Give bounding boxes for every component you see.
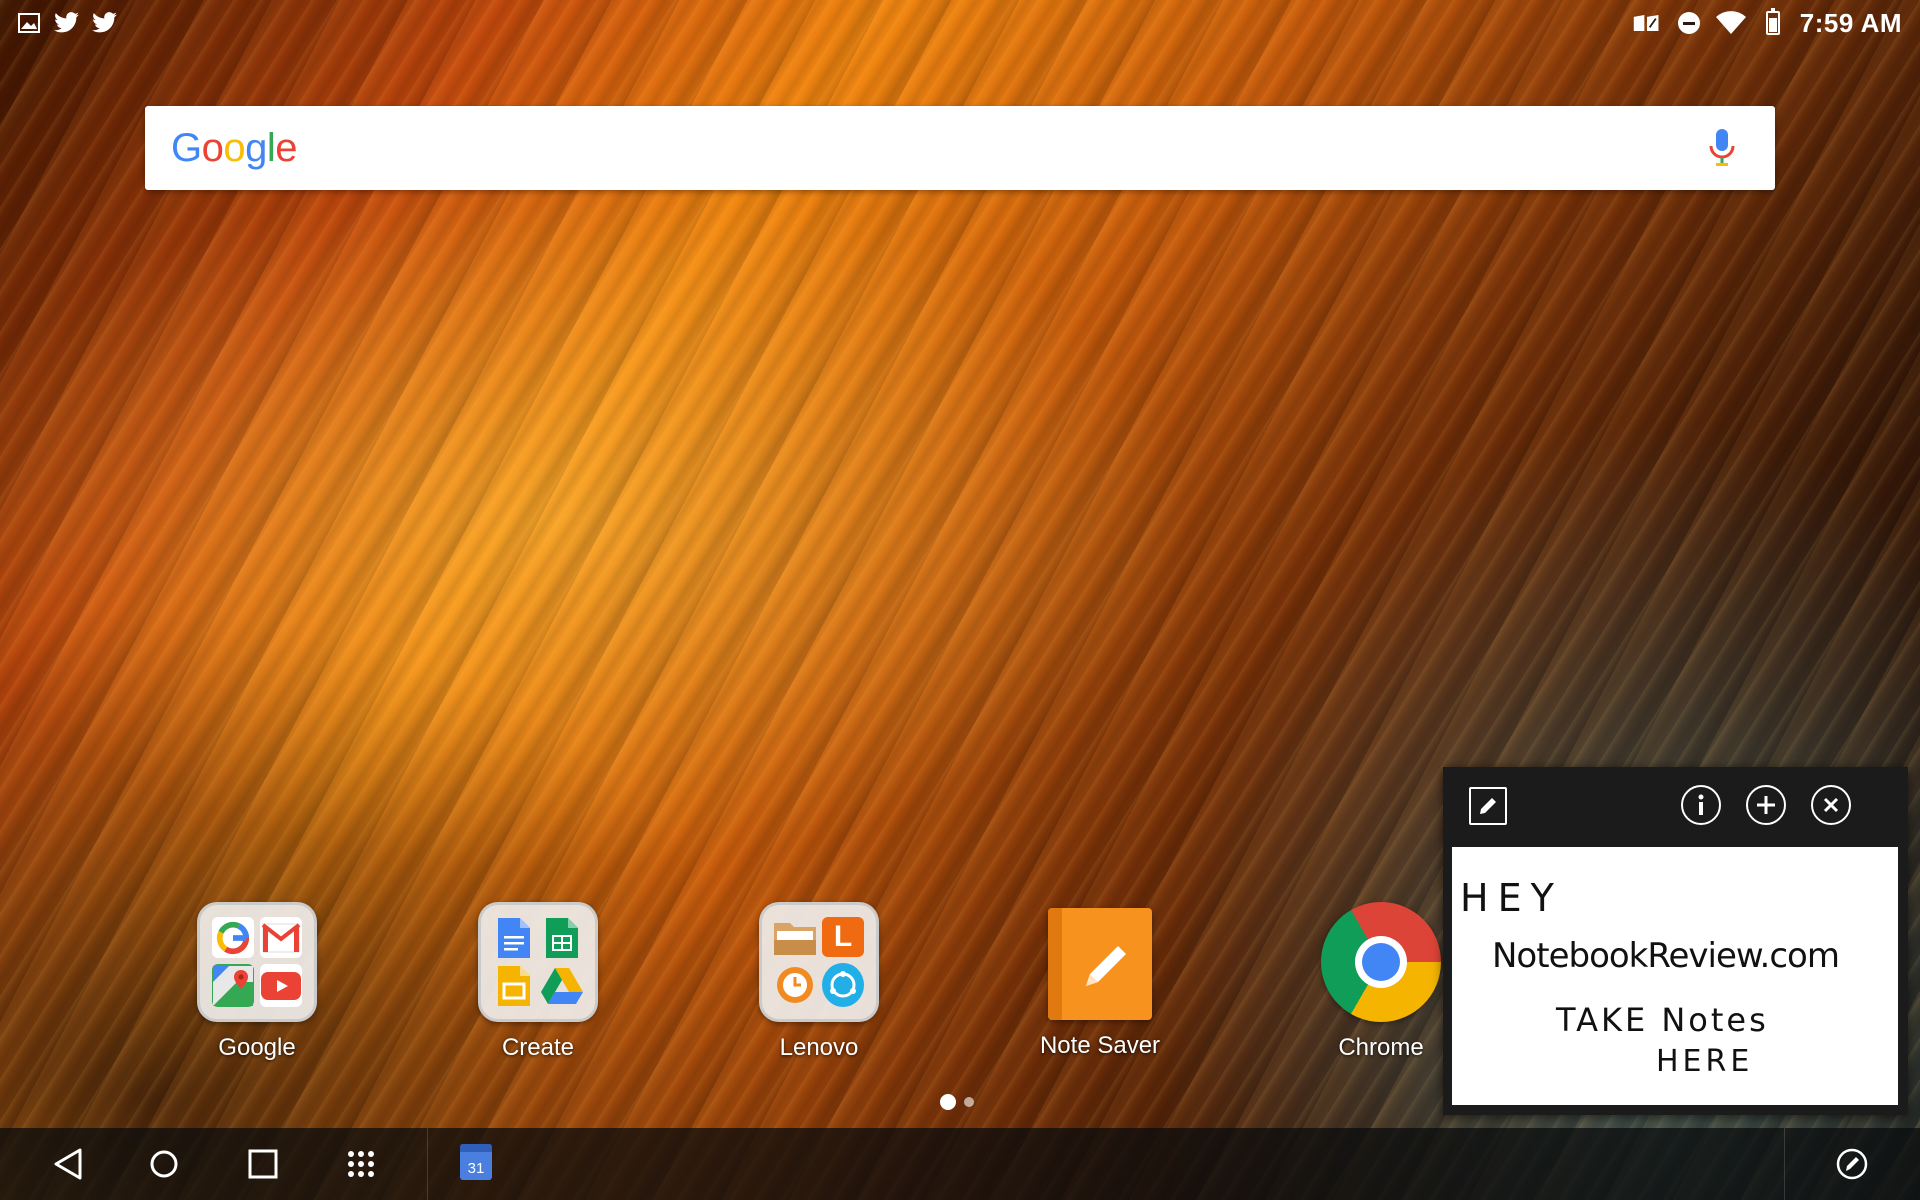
app-lenovo-folder[interactable]: L Lenovo (729, 902, 909, 1062)
handwriting-line: HERE (1656, 1044, 1753, 1079)
status-bar: 7:59 AM (0, 0, 1920, 46)
notification-icons (0, 8, 120, 38)
app-create-folder[interactable]: Create (448, 902, 628, 1062)
handwriting-line: HEY (1460, 876, 1563, 920)
pen-icon[interactable] (1469, 787, 1507, 825)
app-label: Create (501, 1034, 575, 1061)
note-widget[interactable]: HEY NotebookReview.com TAKE Notes HERE (1443, 767, 1908, 1115)
logo-letter: o (201, 125, 224, 170)
google-logo: Google (171, 125, 298, 171)
page-indicator (940, 1094, 974, 1110)
sheets-icon (541, 917, 583, 959)
twitter-icon (52, 8, 82, 38)
wifi-icon (1715, 8, 1746, 38)
handwriting-line: NotebookReview.com (1492, 936, 1839, 976)
nav-divider (427, 1128, 428, 1200)
close-icon[interactable] (1811, 785, 1851, 825)
drive-icon (541, 965, 583, 1007)
battery-icon (1758, 8, 1788, 38)
clock-icon (774, 963, 816, 1007)
app-drawer-icon[interactable] (343, 1146, 379, 1182)
add-icon[interactable] (1746, 785, 1786, 825)
note-saver-icon (1048, 908, 1152, 1020)
image-icon (14, 8, 44, 38)
create-folder-icon (478, 902, 598, 1022)
stylus-icon[interactable] (1834, 1146, 1870, 1182)
system-icons: 7:59 AM (1632, 8, 1920, 39)
back-icon[interactable] (50, 1146, 86, 1182)
logo-letter: g (245, 125, 267, 170)
twitter-icon (90, 8, 120, 38)
handwriting-line: TAKE Notes (1555, 1001, 1769, 1039)
page-dot[interactable] (964, 1097, 974, 1107)
clock: 7:59 AM (1799, 7, 1902, 38)
maps-icon (212, 964, 254, 1007)
app-label: Google (218, 1034, 296, 1061)
logo-letter: o (223, 125, 246, 170)
calendar-date: 31 (467, 1160, 485, 1177)
file-manager-icon (774, 917, 816, 957)
note-canvas[interactable]: HEY NotebookReview.com TAKE Notes HERE (1452, 847, 1898, 1105)
lenovo-folder-icon: L (759, 902, 879, 1022)
app-google-folder[interactable]: Google (167, 902, 347, 1062)
share-icon (822, 963, 864, 1007)
recents-icon[interactable] (245, 1146, 281, 1182)
logo-letter: e (275, 125, 298, 170)
nav-divider (1784, 1128, 1785, 1200)
chrome-icon (1321, 902, 1441, 1022)
docs-icon (493, 917, 535, 959)
app-label: Note Saver (1039, 1032, 1161, 1059)
slides-icon (493, 965, 535, 1007)
navigation-bar: 31 (0, 1128, 1920, 1200)
info-icon[interactable] (1681, 785, 1721, 825)
nfc-icon (1632, 8, 1662, 38)
lenovo-l-icon: L (822, 917, 864, 957)
google-folder-icon (197, 902, 317, 1022)
page-dot-active[interactable] (940, 1094, 956, 1110)
logo-letter: l (266, 125, 276, 170)
handwriting: HEY NotebookReview.com TAKE Notes HERE (1460, 876, 1840, 1079)
youtube-icon (260, 964, 302, 1007)
calendar-icon[interactable]: 31 (460, 1144, 492, 1180)
google-icon (212, 917, 254, 958)
app-label: Lenovo (779, 1034, 859, 1061)
google-search-bar[interactable]: Google (145, 106, 1775, 190)
home-icon[interactable] (146, 1146, 182, 1182)
logo-letter: G (171, 125, 202, 170)
gmail-icon (260, 917, 302, 958)
note-toolbar (1443, 767, 1908, 847)
app-note-saver[interactable]: Note Saver (1010, 902, 1190, 1060)
do-not-disturb-icon (1674, 8, 1704, 38)
mic-icon[interactable] (1707, 128, 1737, 168)
